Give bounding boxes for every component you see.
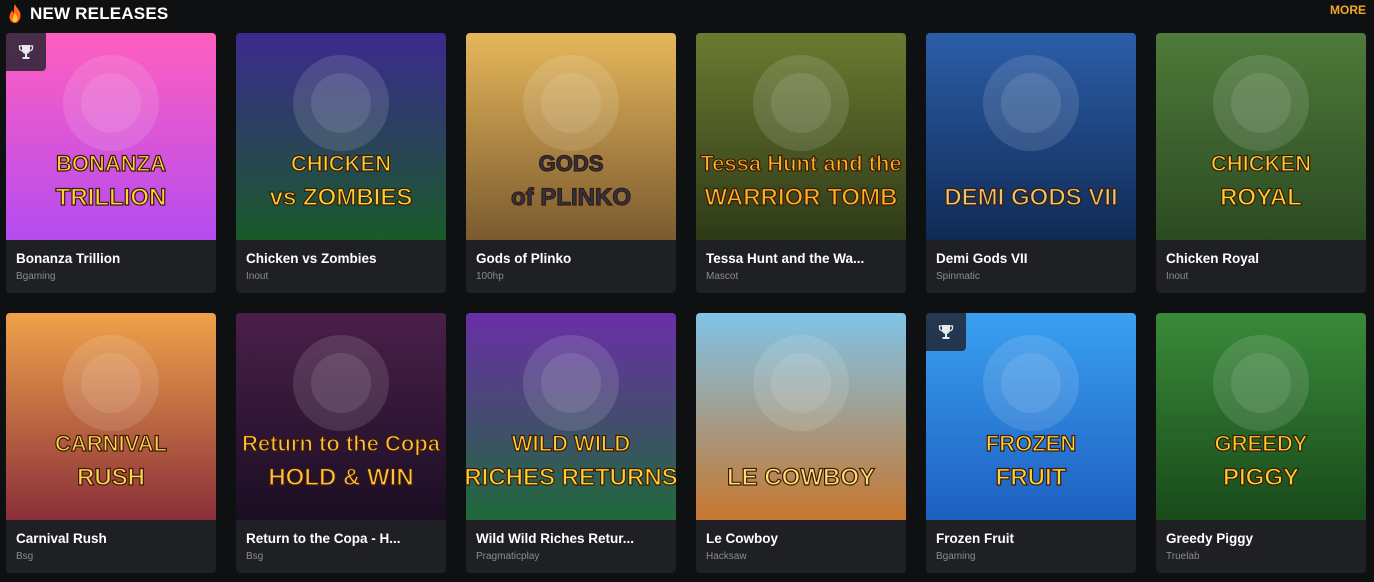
game-thumbnail[interactable]: CHICKEN vs ZOMBIES [236, 33, 446, 240]
game-card[interactable]: CARNIVAL RUSH Carnival Rush Bsg [6, 313, 216, 573]
game-info: Return to the Copa - H... Bsg [236, 520, 446, 573]
game-info: Greedy Piggy Truelab [1156, 520, 1366, 573]
game-title[interactable]: Tessa Hunt and the Wa... [706, 251, 898, 266]
game-card[interactable]: LE COWBOY Le Cowboy Hacksaw [696, 313, 906, 573]
more-link[interactable]: MORE [1330, 3, 1366, 17]
game-provider: 100hp [476, 271, 504, 282]
section-header: NEW RELEASES MORE [0, 0, 1374, 28]
game-card[interactable]: CHICKEN vs ZOMBIES Chicken vs Zombies Inout [236, 33, 446, 293]
game-info: Chicken vs Zombies Inout [236, 240, 446, 293]
game-title[interactable]: Frozen Fruit [936, 531, 1128, 546]
game-title[interactable]: Greedy Piggy [1166, 531, 1358, 546]
game-art: WILD WILD RICHES RETURNS [466, 313, 676, 520]
game-card[interactable]: Return to the Copa HOLD & WIN Return to th… [236, 313, 446, 573]
game-provider: Bgaming [16, 271, 56, 282]
game-thumbnail[interactable]: GREEDY PIGGY [1156, 313, 1366, 520]
game-thumbnail[interactable]: WILD WILD RICHES RETURNS [466, 313, 676, 520]
art-title-line1: FROZEN [986, 431, 1076, 456]
art-title-line1: BONANZA [56, 151, 166, 176]
game-thumbnail[interactable]: GODS of PLINKO [466, 33, 676, 240]
art-title-line2: PIGGY [1223, 464, 1299, 491]
game-art: CARNIVAL RUSH [6, 313, 216, 520]
art-title-line2: FRUIT [996, 464, 1067, 491]
game-art: Tessa Hunt and the WARRIOR TOMB [696, 33, 906, 240]
art-title-line2: WARRIOR TOMB [705, 184, 898, 211]
game-card[interactable]: Tessa Hunt and the WARRIOR TOMB Tessa Hunt… [696, 33, 906, 293]
game-card[interactable]: CHICKEN ROYAL Chicken Royal Inout [1156, 33, 1366, 293]
fire-icon [9, 4, 21, 23]
game-info: Wild Wild Riches Retur... Pragmaticplay [466, 520, 676, 573]
game-provider: Truelab [1166, 551, 1200, 562]
game-info: Carnival Rush Bsg [6, 520, 216, 573]
game-card[interactable]: BONANZA TRILLION Bonanza Trillion Bgaming [6, 33, 216, 293]
art-title-line2: ROYAL [1220, 184, 1302, 211]
game-art: CHICKEN vs ZOMBIES [236, 33, 446, 240]
art-title-line2: vs ZOMBIES [270, 184, 413, 211]
game-thumbnail[interactable]: Return to the Copa HOLD & WIN [236, 313, 446, 520]
art-title-line2: RICHES RETURNS [466, 464, 676, 491]
game-thumbnail[interactable]: CHICKEN ROYAL [1156, 33, 1366, 240]
game-card[interactable]: WILD WILD RICHES RETURNS Wild Wild Riches … [466, 313, 676, 573]
trophy-badge [926, 313, 966, 351]
game-grid: BONANZA TRILLION Bonanza Trillion Bgaming CH… [6, 33, 1368, 573]
game-title[interactable]: Bonanza Trillion [16, 251, 208, 266]
game-title[interactable]: Return to the Copa - H... [246, 531, 438, 546]
art-title-line2: LE COWBOY [727, 464, 875, 491]
game-art: Return to the Copa HOLD & WIN [236, 313, 446, 520]
game-provider: Pragmaticplay [476, 551, 540, 562]
game-card[interactable]: DEMI GODS VII Demi Gods VII Spinmatic [926, 33, 1136, 293]
game-provider: Inout [246, 271, 269, 282]
art-title-line2: DEMI GODS VII [944, 184, 1117, 211]
game-thumbnail[interactable]: Tessa Hunt and the WARRIOR TOMB [696, 33, 906, 240]
trophy-badge [6, 33, 46, 71]
section-title: NEW RELEASES [30, 4, 169, 23]
game-provider: Spinmatic [936, 271, 980, 282]
game-info: Le Cowboy Hacksaw [696, 520, 906, 573]
game-thumbnail[interactable]: CARNIVAL RUSH [6, 313, 216, 520]
game-title[interactable]: Le Cowboy [706, 531, 898, 546]
game-art: DEMI GODS VII [926, 33, 1136, 240]
art-title-line1: CARNIVAL [55, 431, 167, 456]
game-art: GODS of PLINKO [466, 33, 676, 240]
game-title[interactable]: Gods of Plinko [476, 251, 668, 266]
art-title-line1: GODS [539, 151, 604, 176]
game-card[interactable]: GODS of PLINKO Gods of Plinko 100hp [466, 33, 676, 293]
game-art: CHICKEN ROYAL [1156, 33, 1366, 240]
game-info: Frozen Fruit Bgaming [926, 520, 1136, 573]
game-title[interactable]: Wild Wild Riches Retur... [476, 531, 668, 546]
game-provider: Hacksaw [706, 551, 747, 562]
game-title[interactable]: Carnival Rush [16, 531, 208, 546]
game-provider: Bsg [16, 551, 34, 562]
game-info: Gods of Plinko 100hp [466, 240, 676, 293]
game-info: Bonanza Trillion Bgaming [6, 240, 216, 293]
art-title-line1: CHICKEN [291, 151, 391, 176]
game-title[interactable]: Chicken vs Zombies [246, 251, 438, 266]
game-art: LE COWBOY [696, 313, 906, 520]
game-provider: Bgaming [936, 551, 976, 562]
art-title-line2: TRILLION [56, 184, 167, 211]
game-info: Demi Gods VII Spinmatic [926, 240, 1136, 293]
game-title[interactable]: Demi Gods VII [936, 251, 1128, 266]
game-card[interactable]: GREEDY PIGGY Greedy Piggy Truelab [1156, 313, 1366, 573]
game-info: Chicken Royal Inout [1156, 240, 1366, 293]
game-provider: Mascot [706, 271, 739, 282]
art-title-line1: Return to the Copa [242, 431, 441, 456]
game-title[interactable]: Chicken Royal [1166, 251, 1358, 266]
art-title-line1: WILD WILD [512, 431, 631, 456]
trophy-icon [18, 45, 34, 59]
art-title-line2: HOLD & WIN [268, 464, 413, 491]
art-title-line1: CHICKEN [1211, 151, 1311, 176]
game-provider: Inout [1166, 271, 1189, 282]
game-provider: Bsg [246, 551, 264, 562]
art-title-line1: Tessa Hunt and the [700, 151, 901, 176]
game-art: GREEDY PIGGY [1156, 313, 1366, 520]
game-info: Tessa Hunt and the Wa... Mascot [696, 240, 906, 293]
game-thumbnail[interactable]: DEMI GODS VII [926, 33, 1136, 240]
game-thumbnail[interactable]: LE COWBOY [696, 313, 906, 520]
art-title-line2: RUSH [77, 464, 145, 491]
art-title-line2: of PLINKO [511, 184, 631, 211]
trophy-icon [938, 325, 954, 339]
game-card[interactable]: FROZEN FRUIT Frozen Fruit Bgaming [926, 313, 1136, 573]
art-title-line1: GREEDY [1215, 431, 1308, 456]
